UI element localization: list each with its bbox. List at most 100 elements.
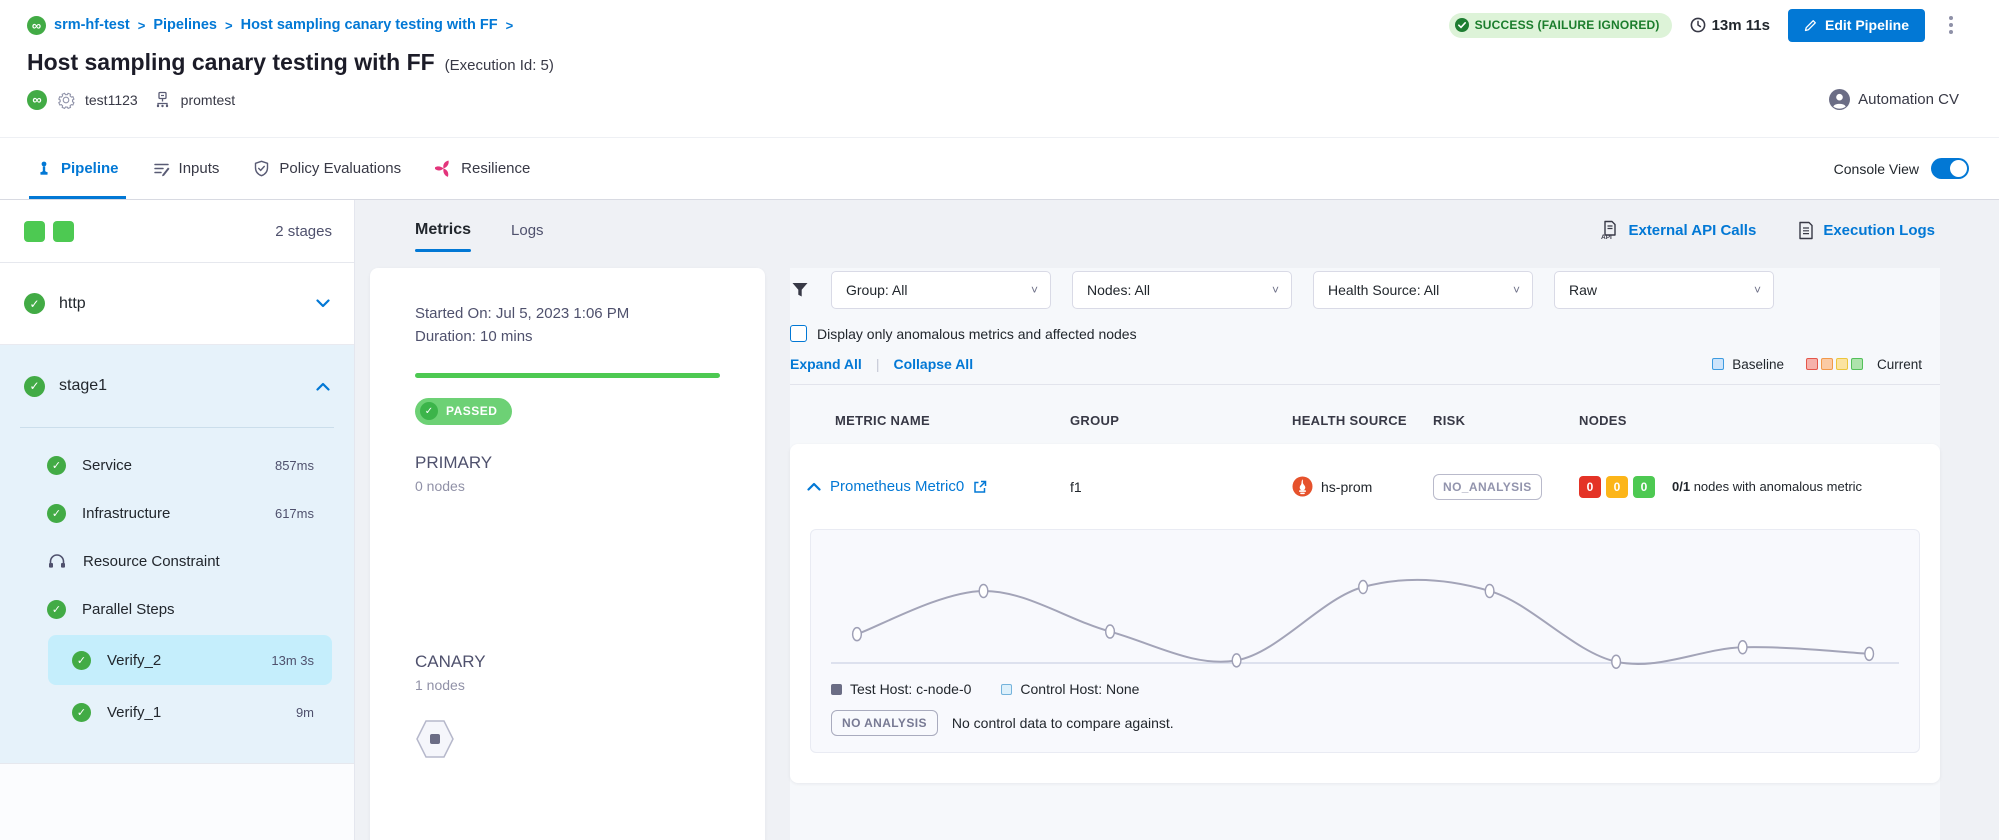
harness-logo-icon: ∞ — [27, 16, 46, 35]
more-options-menu[interactable] — [1943, 12, 1959, 38]
document-icon — [1798, 221, 1814, 240]
console-view-label: Console View — [1834, 161, 1919, 177]
tab-metrics[interactable]: Metrics — [415, 200, 471, 260]
triggered-by-user: Automation CV — [1829, 89, 1959, 110]
health-source-filter-value: Health Source: All — [1328, 282, 1439, 298]
duration: Duration: 10 mins — [415, 325, 720, 348]
breadcrumb-pipeline-link[interactable]: Host sampling canary testing with FF — [241, 17, 498, 33]
nodes-summary-ratio: 0/1 — [1672, 479, 1690, 494]
edit-pipeline-button[interactable]: Edit Pipeline — [1788, 9, 1925, 42]
inputs-icon — [153, 160, 170, 177]
breadcrumb-project-link[interactable]: srm-hf-test — [54, 17, 130, 33]
chevron-down-icon[interactable] — [316, 299, 330, 308]
step-verify-1[interactable]: ✓ Verify_1 9m — [48, 687, 332, 737]
external-link-icon[interactable] — [973, 480, 987, 494]
column-group: GROUP — [1070, 413, 1292, 428]
breadcrumb-pipelines-link[interactable]: Pipelines — [153, 17, 217, 33]
stage-success-square — [24, 221, 45, 242]
host-legend: Test Host: c-node-0 Control Host: None — [831, 676, 1899, 702]
step-label: Parallel Steps — [82, 601, 175, 618]
headphones-icon — [47, 552, 67, 570]
edit-pipeline-label: Edit Pipeline — [1825, 17, 1909, 33]
canary-node-count: 1 nodes — [415, 677, 720, 693]
column-metric-name: METRIC NAME — [790, 413, 1070, 428]
metric-name-link[interactable]: Prometheus Metric0 — [830, 478, 964, 495]
success-check-icon: ✓ — [24, 293, 45, 314]
success-check-icon: ✓ — [24, 376, 45, 397]
check-circle-icon — [1455, 18, 1469, 32]
sidebar-stage1-section: ✓ stage1 ✓ Service 857ms ✓ Infrast — [0, 345, 354, 763]
execution-logs-label: Execution Logs — [1823, 222, 1935, 239]
execution-tabbar: Metrics Logs API External API Calls Exec… — [355, 200, 1999, 260]
filter-funnel-icon[interactable] — [790, 280, 810, 300]
step-duration: 857ms — [275, 458, 314, 473]
tab-policy-evaluations[interactable]: Policy Evaluations — [246, 138, 408, 199]
step-label: Verify_2 — [107, 652, 161, 669]
check-icon: ✓ — [420, 402, 438, 420]
tab-logs[interactable]: Logs — [511, 200, 544, 260]
collapse-all-link[interactable]: Collapse All — [893, 356, 973, 372]
chevron-down-icon: ˅ — [1272, 283, 1279, 297]
control-host-legend: Control Host: None — [1001, 681, 1139, 697]
nodes-summary: 0/1 nodes with anomalous metric — [1672, 478, 1922, 496]
stage-count: 2 stages — [275, 223, 332, 240]
group-filter-value: Group: All — [846, 282, 907, 298]
divider — [790, 384, 1940, 385]
success-check-icon: ✓ — [47, 504, 66, 523]
collapse-row-chevron-up-icon[interactable] — [807, 478, 821, 496]
chevron-up-icon[interactable] — [316, 382, 330, 391]
svg-text:API: API — [1601, 234, 1612, 240]
elapsed-time-value: 13m 11s — [1712, 17, 1770, 34]
step-duration: 617ms — [275, 506, 314, 521]
risk-badge: NO_ANALYSIS — [1433, 474, 1542, 500]
step-verify-2[interactable]: ✓ Verify_2 13m 3s — [48, 635, 332, 685]
anomalous-only-label: Display only anomalous metrics and affec… — [817, 326, 1137, 342]
step-duration: 13m 3s — [271, 653, 314, 668]
api-document-icon: API — [1600, 220, 1619, 240]
breadcrumb-separator: > — [225, 18, 233, 33]
nodes-filter-dropdown[interactable]: Nodes: All ˅ — [1072, 271, 1292, 309]
control-host-label: Control Host: None — [1020, 681, 1139, 697]
current-legend-swatch-orange — [1821, 358, 1833, 370]
health-source-filter-dropdown[interactable]: Health Source: All ˅ — [1313, 271, 1533, 309]
anomalous-only-checkbox[interactable] — [790, 325, 807, 342]
view-mode-dropdown[interactable]: Raw ˅ — [1554, 271, 1774, 309]
elapsed-time: 13m 11s — [1690, 17, 1770, 34]
no-analysis-message: No control data to compare against. — [952, 715, 1174, 731]
tab-pipeline[interactable]: Pipeline — [29, 138, 126, 199]
sidebar-footer-area — [0, 763, 354, 840]
console-view-toggle[interactable] — [1931, 158, 1969, 179]
success-check-icon: ✓ — [47, 456, 66, 475]
gear-icon — [57, 91, 75, 109]
expand-all-link[interactable]: Expand All — [790, 356, 862, 372]
external-api-calls-link[interactable]: API External API Calls — [1600, 220, 1756, 240]
step-label: Service — [82, 457, 132, 474]
pipeline-icon — [36, 161, 52, 177]
stage-success-square — [53, 221, 74, 242]
step-service[interactable]: ✓ Service 857ms — [0, 441, 354, 489]
clock-icon — [1690, 17, 1706, 33]
node-count-red: 0 — [1579, 476, 1601, 498]
baseline-legend-swatch — [1712, 358, 1724, 370]
test-host-swatch — [831, 684, 842, 695]
step-infrastructure[interactable]: ✓ Infrastructure 617ms — [0, 489, 354, 537]
execution-logs-link[interactable]: Execution Logs — [1798, 221, 1935, 240]
step-resource-constraint[interactable]: Resource Constraint — [0, 537, 354, 585]
stage-label: stage1 — [59, 377, 107, 395]
control-host-swatch — [1001, 684, 1012, 695]
tab-inputs[interactable]: Inputs — [146, 138, 227, 199]
step-label: Verify_1 — [107, 704, 161, 721]
chevron-down-icon: ˅ — [1513, 283, 1520, 297]
step-parallel-steps[interactable]: ✓ Parallel Steps — [0, 585, 354, 633]
current-legend-label: Current — [1877, 357, 1922, 372]
service-name: test1123 — [85, 92, 138, 108]
tab-resilience[interactable]: Resilience — [428, 138, 537, 199]
canary-node-hexagon[interactable] — [415, 717, 455, 761]
primary-label: PRIMARY — [415, 453, 720, 473]
environment-icon — [154, 91, 171, 108]
sidebar-stage-stage1[interactable]: ✓ stage1 — [0, 345, 354, 427]
shield-check-icon — [253, 160, 270, 177]
group-filter-dropdown[interactable]: Group: All ˅ — [831, 271, 1051, 309]
sidebar-stage-http[interactable]: ✓ http — [0, 263, 354, 345]
success-check-icon: ✓ — [47, 600, 66, 619]
